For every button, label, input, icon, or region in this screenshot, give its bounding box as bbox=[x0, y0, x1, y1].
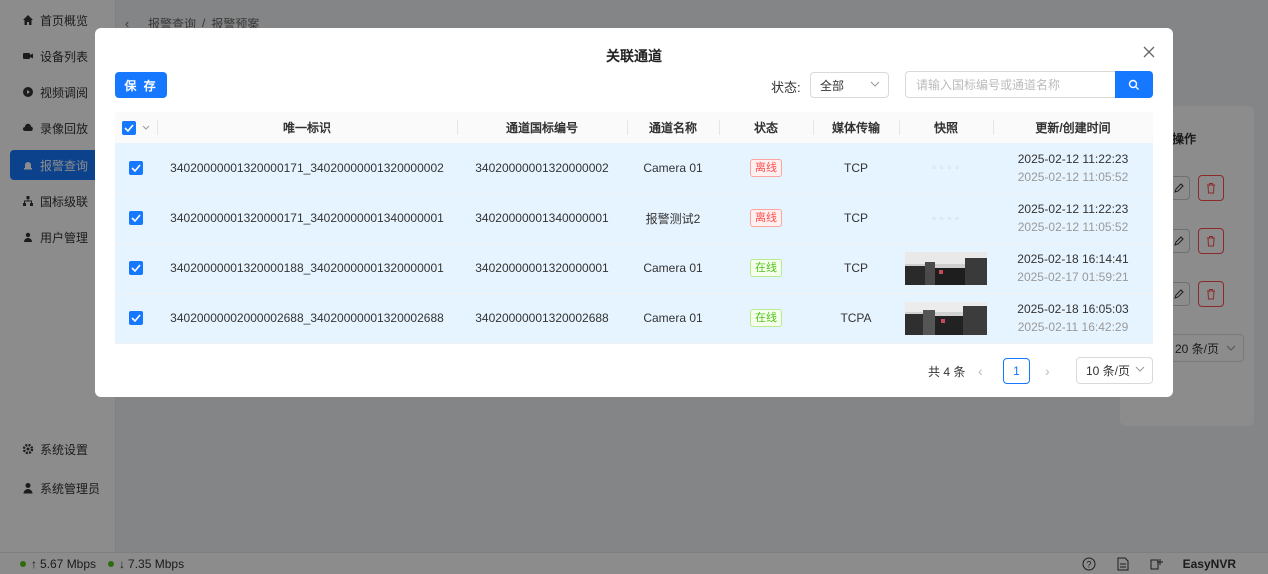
cell-name: Camera 01 bbox=[627, 243, 719, 294]
close-button[interactable] bbox=[1139, 42, 1159, 62]
table-row[interactable]: 34020000001320000171_3402000000132000000… bbox=[115, 143, 1153, 194]
table-header-row: 唯一标识 通道国标编号 通道名称 状态 媒体传输 快照 更新/创建时间 bbox=[115, 112, 1153, 143]
cell-updated-time: 2025-02-18 16:05:03 bbox=[1017, 302, 1129, 316]
cell-gb-code: 34020000001320000002 bbox=[457, 143, 627, 194]
select-all-header[interactable] bbox=[115, 112, 157, 143]
status-badge: 在线 bbox=[750, 309, 782, 327]
cell-transport: TCP bbox=[813, 193, 899, 244]
snapshot-thumbnail[interactable] bbox=[905, 251, 987, 285]
chevron-left-icon[interactable]: ‹ bbox=[978, 363, 983, 379]
check-icon bbox=[131, 264, 141, 273]
page-size-select[interactable]: 10 条/页 bbox=[1076, 357, 1153, 384]
status-filter-label: 状态: bbox=[771, 80, 801, 95]
cell-transport: TCP bbox=[813, 243, 899, 294]
chevron-right-icon[interactable]: › bbox=[1045, 363, 1050, 379]
check-icon bbox=[124, 124, 134, 132]
cell-name: 报警测试2 bbox=[627, 193, 719, 244]
cell-transport: TCP bbox=[813, 143, 899, 194]
cell-name: Camera 01 bbox=[627, 293, 719, 344]
check-icon bbox=[131, 214, 141, 223]
column-header-snapshot: 快照 bbox=[899, 112, 993, 143]
row-checkbox[interactable] bbox=[129, 261, 143, 276]
chevron-down-icon[interactable] bbox=[142, 125, 150, 131]
cell-created-time: 2025-02-12 11:05:52 bbox=[1017, 220, 1129, 234]
cell-updated-time: 2025-02-12 11:22:23 bbox=[1017, 151, 1129, 166]
check-icon bbox=[131, 314, 141, 323]
snapshot-placeholder: ▫ ▫ ▫ ▫ bbox=[932, 162, 960, 173]
save-button[interactable]: 保 存 bbox=[115, 72, 167, 98]
snapshot-placeholder: ▫ ▫ ▫ ▫ bbox=[932, 212, 960, 223]
status-badge: 离线 bbox=[750, 158, 782, 177]
pagination-total: 共 4 条 bbox=[928, 365, 966, 379]
chevron-down-icon bbox=[870, 81, 880, 87]
link-channel-modal: 关联通道 保 存 状态: 全部 唯一标识 通道国标编号 通道名称 状态 媒体传输 bbox=[95, 28, 1173, 397]
cell-gb-code: 34020000001320002688 bbox=[457, 293, 627, 344]
search-button[interactable] bbox=[1115, 71, 1153, 98]
table-row[interactable]: 34020000002000002688_3402000000132000268… bbox=[115, 293, 1153, 344]
table-row[interactable]: 34020000001320000171_3402000000134000000… bbox=[115, 193, 1153, 244]
cell-updated-time: 2025-02-12 11:22:23 bbox=[1017, 202, 1129, 216]
cell-id: 34020000001320000171_3402000000134000000… bbox=[157, 193, 457, 244]
status-badge: 离线 bbox=[750, 209, 782, 227]
snapshot-thumbnail[interactable] bbox=[905, 301, 987, 335]
cell-name: Camera 01 bbox=[627, 143, 719, 194]
row-checkbox[interactable] bbox=[129, 161, 143, 176]
column-header-name: 通道名称 bbox=[627, 112, 719, 143]
page-size-value: 10 条/页 bbox=[1086, 364, 1131, 378]
cell-id: 34020000001320000171_3402000000132000000… bbox=[157, 143, 457, 194]
cell-created-time: 2025-02-11 16:42:29 bbox=[1017, 320, 1129, 334]
column-header-gb-code: 通道国标编号 bbox=[457, 112, 627, 143]
cell-updated-time: 2025-02-18 16:14:41 bbox=[1017, 252, 1129, 266]
column-header-status: 状态 bbox=[719, 112, 813, 143]
cell-id: 34020000002000002688_3402000000132000268… bbox=[157, 293, 457, 344]
channel-table: 唯一标识 通道国标编号 通道名称 状态 媒体传输 快照 更新/创建时间 3402… bbox=[115, 112, 1153, 344]
status-filter-select[interactable]: 全部 bbox=[810, 72, 889, 98]
cell-transport: TCPA bbox=[813, 293, 899, 344]
search-input[interactable] bbox=[905, 71, 1116, 98]
status-badge: 在线 bbox=[750, 259, 782, 277]
cell-gb-code: 34020000001320000001 bbox=[457, 243, 627, 294]
table-row[interactable]: 34020000001320000188_3402000000132000000… bbox=[115, 243, 1153, 294]
column-header-transport: 媒体传输 bbox=[813, 112, 899, 143]
cell-id: 34020000001320000188_3402000000132000000… bbox=[157, 243, 457, 294]
check-icon bbox=[131, 164, 141, 173]
column-header-id: 唯一标识 bbox=[157, 112, 457, 143]
cell-gb-code: 34020000001340000001 bbox=[457, 193, 627, 244]
search-icon bbox=[1128, 79, 1139, 90]
cell-created-time: 2025-02-17 01:59:21 bbox=[1017, 270, 1129, 284]
cell-created-time: 2025-02-12 11:05:52 bbox=[1017, 169, 1129, 184]
row-checkbox[interactable] bbox=[129, 211, 143, 226]
chevron-down-icon bbox=[1135, 366, 1145, 372]
status-filter-value: 全部 bbox=[820, 78, 845, 93]
column-header-time: 更新/创建时间 bbox=[993, 112, 1153, 143]
close-icon bbox=[1143, 46, 1155, 58]
pagination-page-1[interactable]: 1 bbox=[1003, 358, 1030, 384]
modal-title: 关联通道 bbox=[606, 48, 662, 64]
select-all-checkbox[interactable] bbox=[122, 120, 137, 135]
row-checkbox[interactable] bbox=[129, 311, 143, 326]
